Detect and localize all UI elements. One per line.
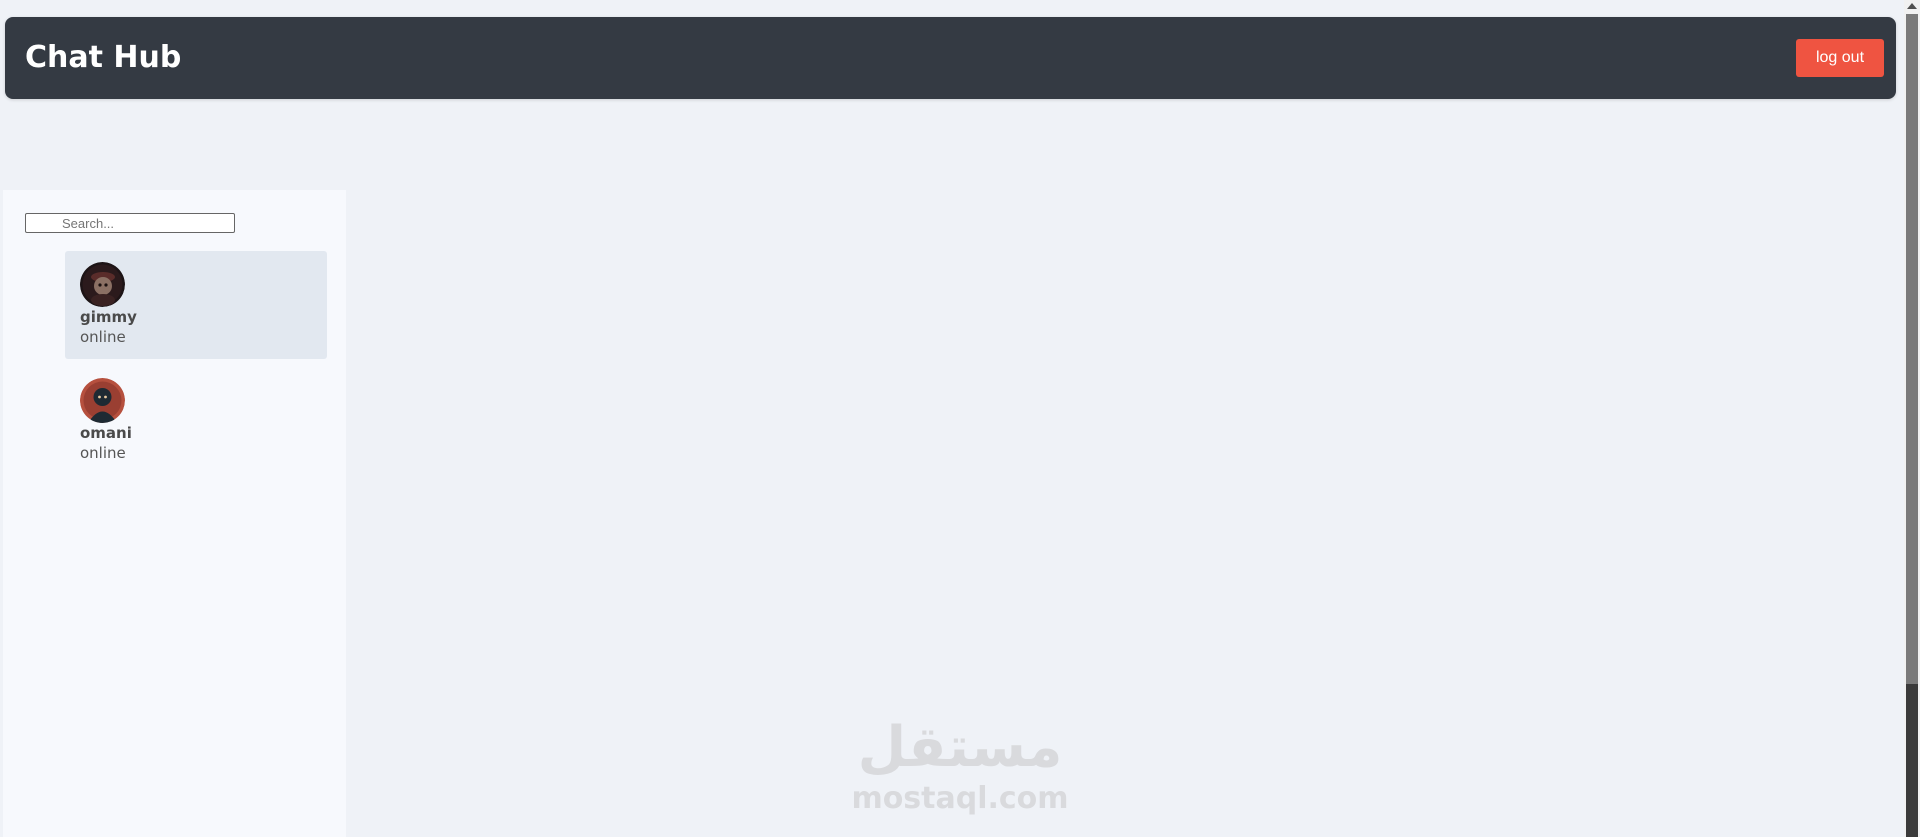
scrollbar-track-lower[interactable] [1906,684,1918,837]
watermark-arabic-text: مستقل [857,715,1063,780]
watermark: مستقل mostaql.com [840,715,1080,825]
user-name: omani [80,424,132,442]
user-list-item-gimmy[interactable]: gimmy online [65,251,327,359]
app-header: Chat Hub log out [5,17,1896,99]
search-input[interactable] [25,213,235,233]
user-list: gimmy online omani online [65,251,327,483]
scroll-up-arrow-icon[interactable] [1907,3,1917,9]
user-name: gimmy [80,308,137,326]
app-title: Chat Hub [25,40,182,75]
logout-button[interactable]: log out [1796,39,1884,77]
vertical-scrollbar[interactable] [1904,0,1920,837]
user-status: online [80,444,126,462]
user-status: online [80,328,126,346]
user-avatar-icon [80,262,125,307]
chat-hub-page: Chat Hub log out gimmy [0,0,1920,837]
scrollbar-thumb[interactable] [1906,14,1918,684]
sidebar: gimmy online omani online [3,190,346,837]
user-avatar-icon [80,378,125,423]
user-list-item-omani[interactable]: omani online [65,367,327,475]
watermark-latin-text: mostaql.com [851,781,1069,816]
